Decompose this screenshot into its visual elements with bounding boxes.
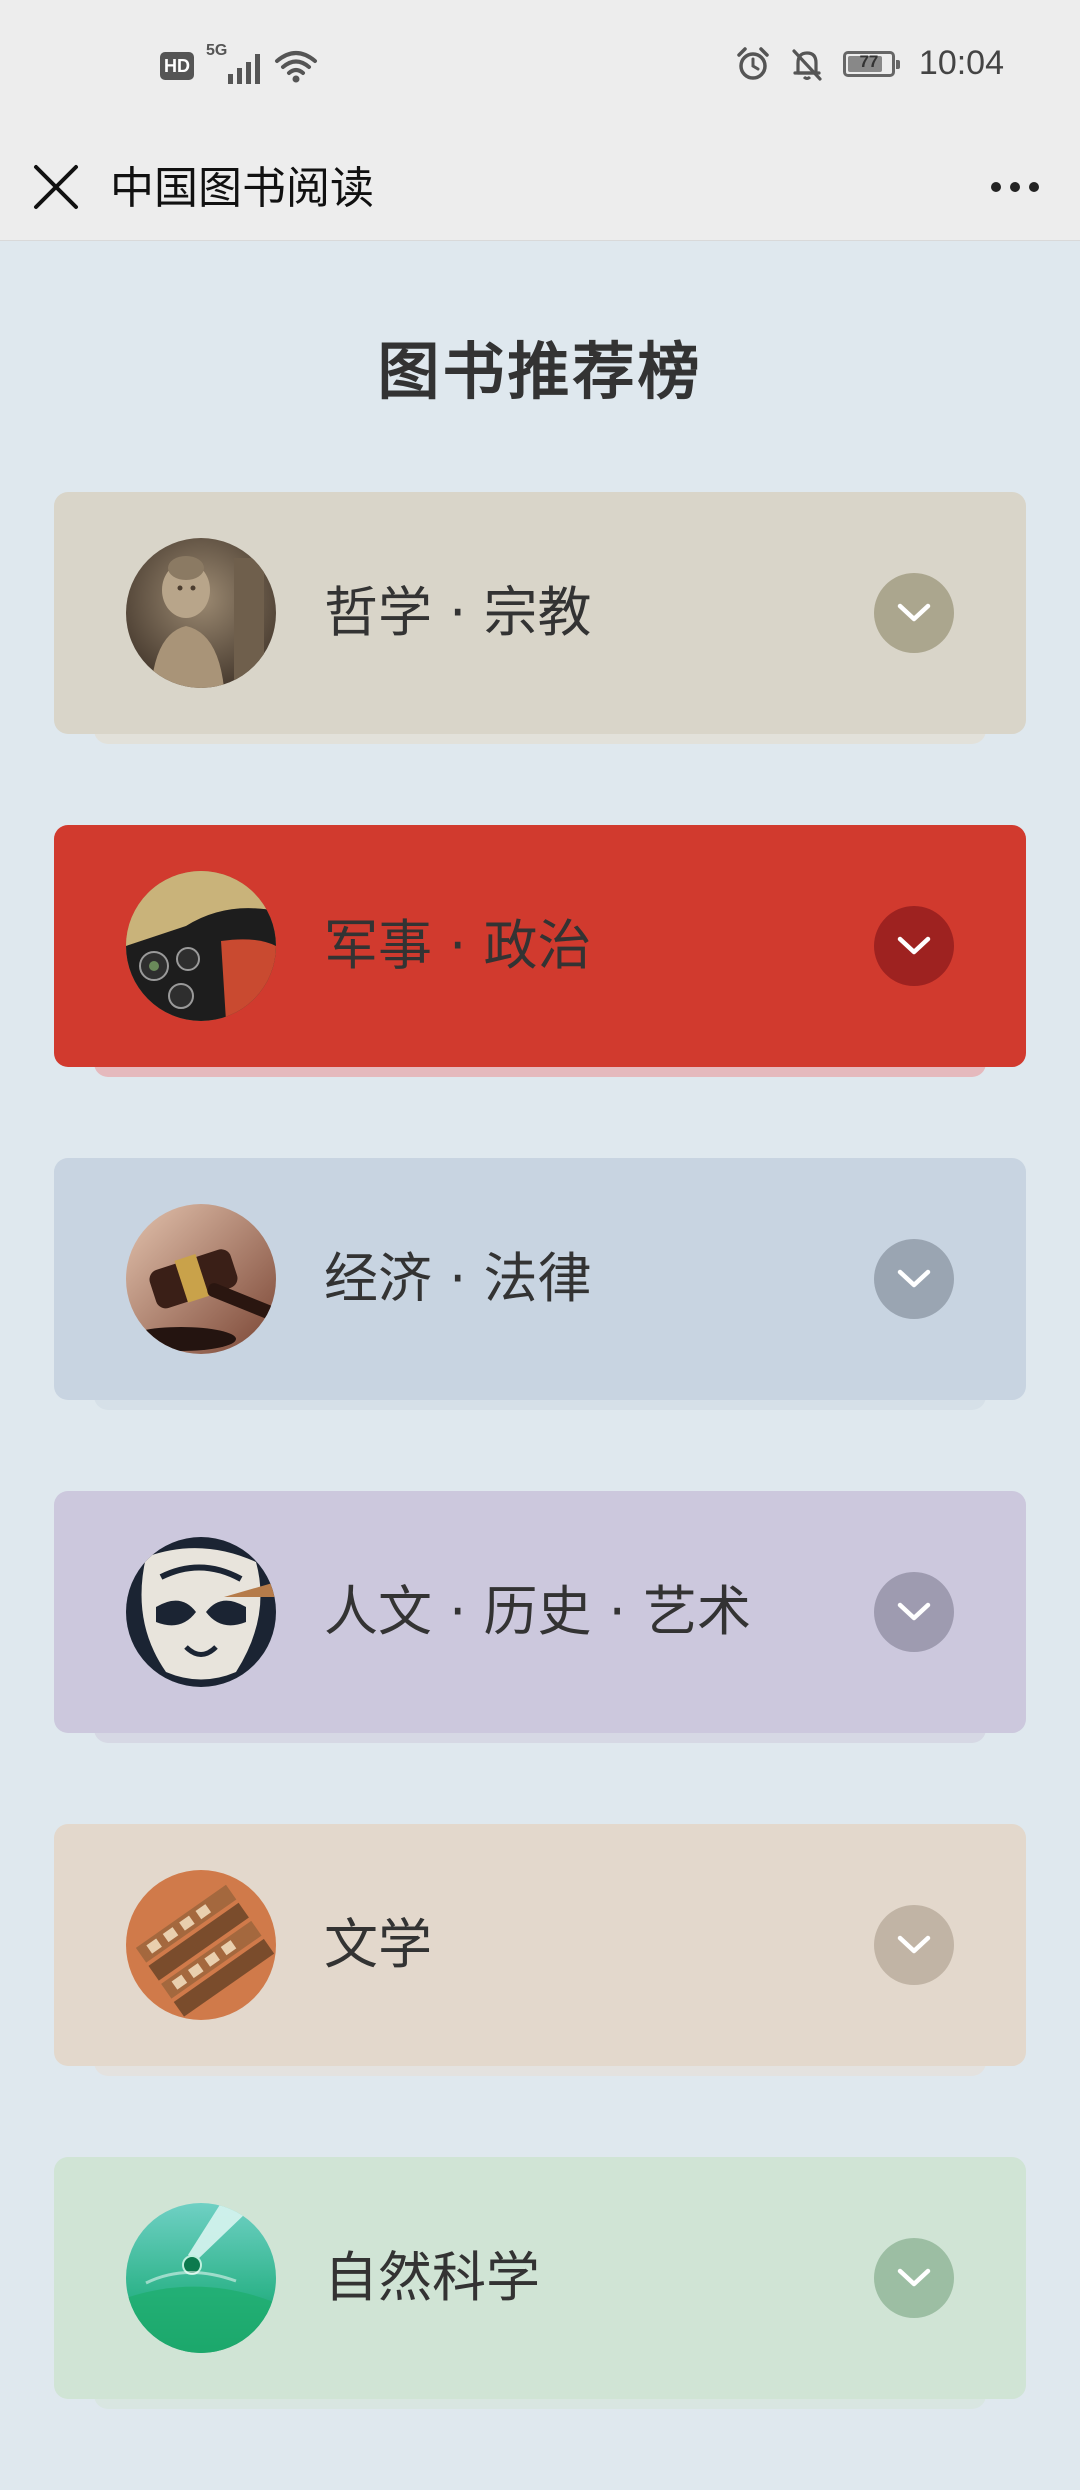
category-card-military-politics[interactable]: 军事 · 政治 <box>54 825 1026 1067</box>
more-options-button[interactable] <box>980 161 1050 213</box>
category-label: 人文 · 历史 · 艺术 <box>324 1580 751 1643</box>
opera-mask-thumbnail <box>126 1537 276 1687</box>
category-item-military-politics: 军事 · 政治 <box>54 825 1026 1158</box>
cellular-signal-icon: 5G <box>206 42 262 84</box>
judge-gavel-thumbnail <box>126 1204 276 1354</box>
status-bar-right: 77 10:04 <box>735 44 1004 83</box>
more-dot-icon <box>991 182 1001 192</box>
category-card-philosophy-religion[interactable]: 哲学 · 宗教 <box>54 492 1026 734</box>
expand-toggle[interactable] <box>874 1905 954 1985</box>
chevron-down-icon <box>897 1602 931 1621</box>
expand-toggle[interactable] <box>874 573 954 653</box>
app-title: 中国图书阅读 <box>110 163 374 214</box>
alarm-icon <box>737 46 769 80</box>
battery-icon: 77 <box>842 50 900 77</box>
more-dot-icon <box>1010 182 1020 192</box>
close-button[interactable] <box>28 159 84 215</box>
app-title-bar: 中国图书阅读 <box>0 135 1080 241</box>
battery-level: 77 <box>859 51 879 71</box>
chevron-down-icon <box>897 1269 931 1288</box>
category-item-literature: 文学 <box>54 1824 1026 2157</box>
status-time: 10:04 <box>918 44 1004 82</box>
chevron-down-icon <box>897 2268 931 2287</box>
category-item-philosophy-religion: 哲学 · 宗教 <box>54 492 1026 825</box>
category-card-natural-science[interactable]: 自然科学 <box>54 2157 1026 2399</box>
category-label: 哲学 · 宗教 <box>324 581 592 644</box>
chevron-down-icon <box>897 603 931 622</box>
category-list: 哲学 · 宗教 军事 · 政治 经济 · 法律 人文 · 历史 · 艺术 文学 … <box>54 492 1026 2490</box>
category-item-natural-science: 自然科学 <box>54 2157 1026 2490</box>
category-card-humanities-history-art[interactable]: 人文 · 历史 · 艺术 <box>54 1491 1026 1733</box>
buddha-statue-thumbnail <box>126 538 276 688</box>
hd-badge: HD <box>160 52 194 80</box>
expand-toggle[interactable] <box>874 1572 954 1652</box>
category-label: 经济 · 法律 <box>324 1247 592 1310</box>
category-label: 文学 <box>324 1913 432 1976</box>
network-type-label: 5G <box>206 42 228 59</box>
more-dot-icon <box>1029 182 1039 192</box>
status-bar-left: HD 5G <box>160 42 318 84</box>
page-heading: 图书推荐榜 <box>377 335 703 408</box>
category-label: 自然科学 <box>324 2246 540 2309</box>
movable-type-thumbnail <box>126 1870 276 2020</box>
status-bar: HD 5G 77 10:04 <box>0 0 1080 135</box>
cockpit-instruments-thumbnail <box>126 871 276 1021</box>
expand-toggle[interactable] <box>874 1239 954 1319</box>
close-icon <box>34 165 78 209</box>
category-label: 军事 · 政治 <box>324 914 592 977</box>
expand-toggle[interactable] <box>874 2238 954 2318</box>
category-card-literature[interactable]: 文学 <box>54 1824 1026 2066</box>
mute-bell-icon <box>792 48 822 81</box>
category-item-humanities-history-art: 人文 · 历史 · 艺术 <box>54 1491 1026 1824</box>
test-tube-droplet-thumbnail <box>126 2203 276 2353</box>
chevron-down-icon <box>897 936 931 955</box>
category-item-economy-law: 经济 · 法律 <box>54 1158 1026 1491</box>
wifi-icon <box>275 51 317 83</box>
category-card-economy-law[interactable]: 经济 · 法律 <box>54 1158 1026 1400</box>
chevron-down-icon <box>897 1935 931 1954</box>
expand-toggle[interactable] <box>874 906 954 986</box>
